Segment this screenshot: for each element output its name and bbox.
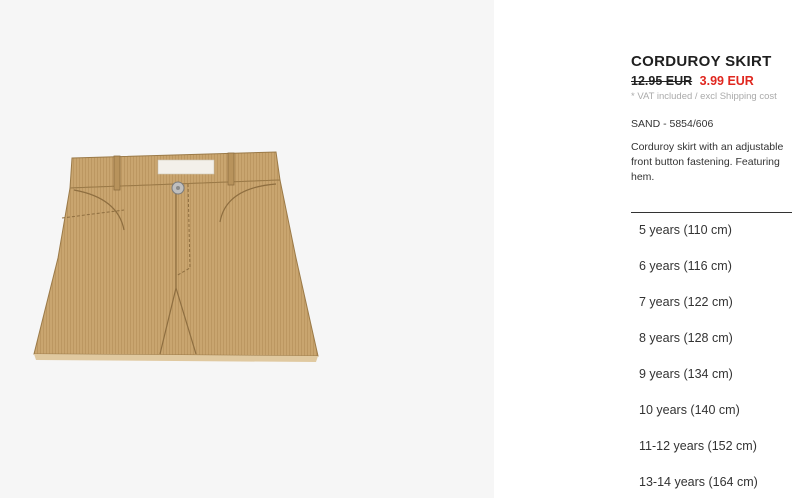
sale-price: 3.99 EUR [699, 74, 754, 88]
description-line: Corduroy skirt with an adjustable [631, 141, 784, 153]
size-option[interactable]: 8 years (128 cm) [631, 330, 758, 366]
product-image[interactable] [28, 148, 328, 380]
product-info-panel: CORDUROY SKIRT 12.95 EUR 3.99 EUR * VAT … [631, 0, 792, 498]
price-row: 12.95 EUR 3.99 EUR [631, 74, 754, 88]
size-option[interactable]: 7 years (122 cm) [631, 294, 758, 330]
vat-note: * VAT included / excl Shipping cost [631, 91, 777, 102]
product-description: Corduroy skirt with an adjustable front … [631, 140, 783, 185]
size-option[interactable]: 10 years (140 cm) [631, 402, 758, 438]
size-option[interactable]: 9 years (134 cm) [631, 366, 758, 402]
size-option[interactable]: 13-14 years (164 cm) [631, 474, 758, 498]
description-line: front button fastening. Featuring [631, 156, 780, 168]
size-selector: 5 years (110 cm) 6 years (116 cm) 7 year… [631, 222, 758, 498]
size-option[interactable]: 6 years (116 cm) [631, 258, 758, 294]
product-page: CORDUROY SKIRT 12.95 EUR 3.99 EUR * VAT … [0, 0, 792, 498]
product-image-panel [0, 0, 494, 498]
divider [631, 212, 792, 213]
product-title: CORDUROY SKIRT [631, 53, 772, 70]
description-line: hem. [631, 171, 655, 183]
old-price: 12.95 EUR [631, 74, 693, 88]
size-option[interactable]: 11-12 years (152 cm) [631, 438, 758, 474]
color-reference: SAND - 5854/606 [631, 118, 714, 130]
size-option[interactable]: 5 years (110 cm) [631, 222, 758, 258]
